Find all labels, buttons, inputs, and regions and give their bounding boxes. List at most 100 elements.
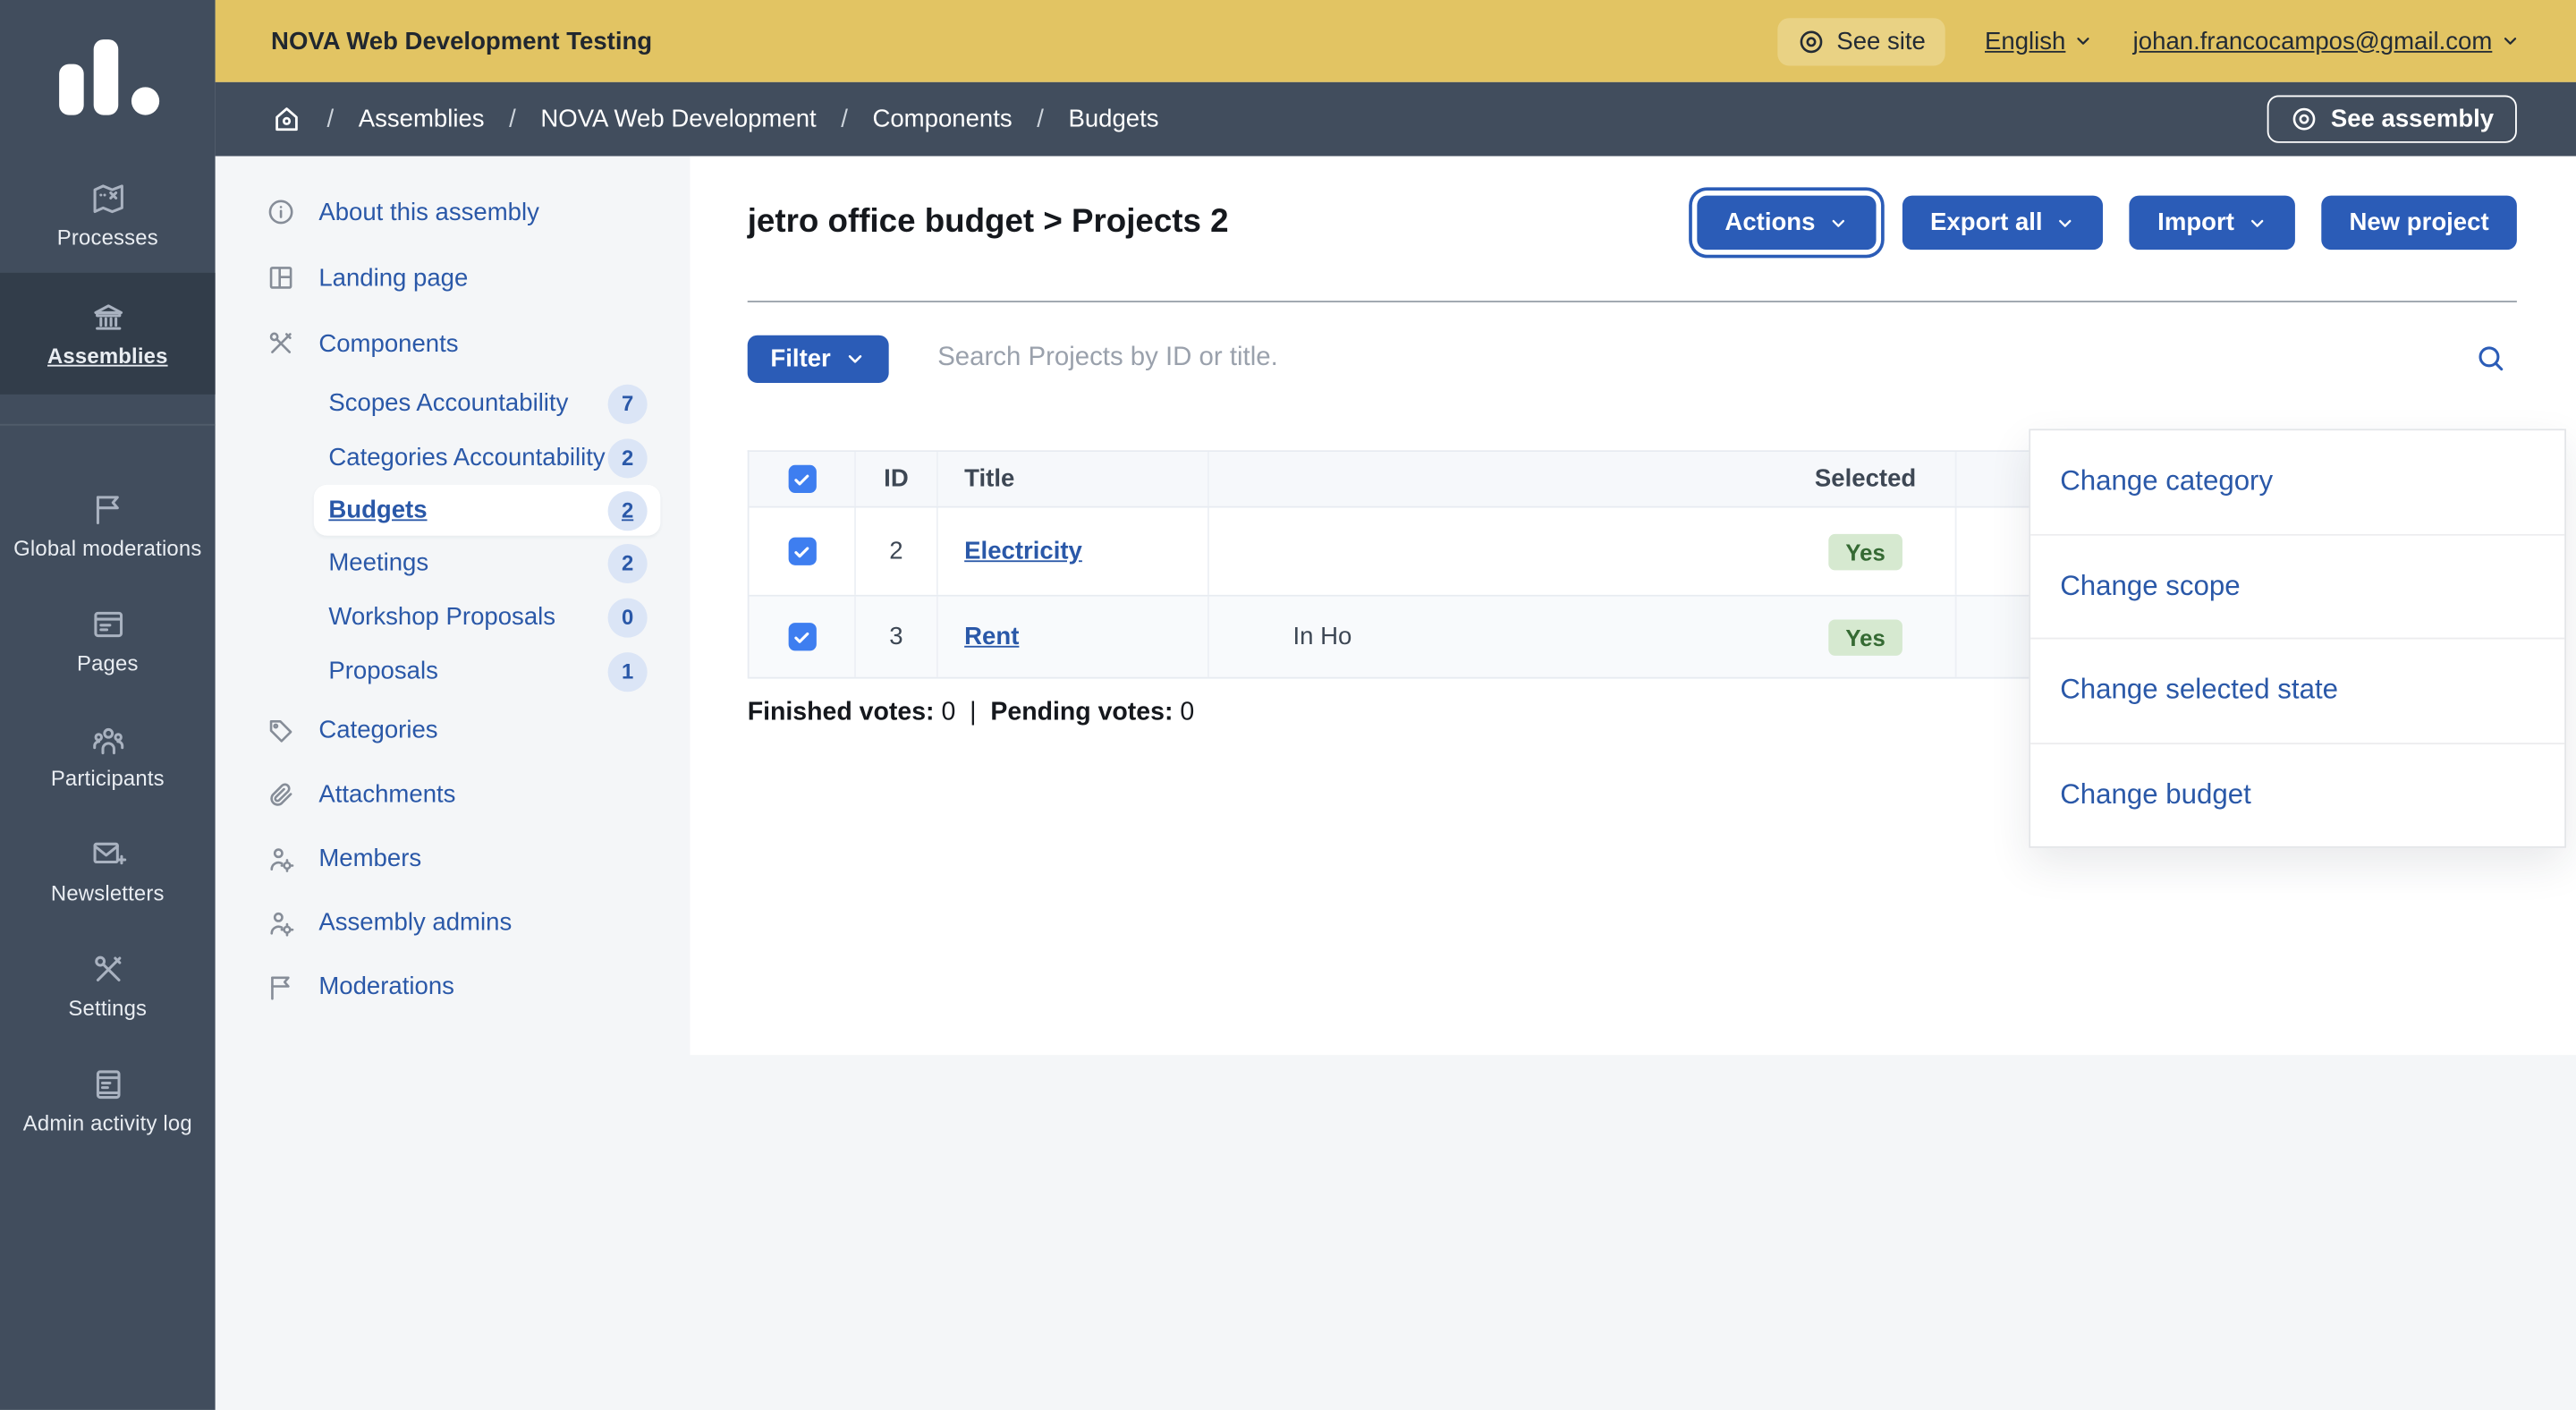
chevron-down-icon — [2055, 213, 2075, 233]
chevron-down-icon — [1828, 213, 1848, 233]
filter-button[interactable]: Filter — [748, 335, 888, 382]
votes-summary: Finished votes: 0 | Pending votes: 0 — [748, 699, 1195, 728]
sidebar-item-assemblies[interactable]: Assemblies — [0, 273, 216, 395]
project-title-link[interactable]: Electricity — [964, 538, 1082, 565]
sidebar-item-label: Assemblies — [47, 345, 168, 368]
submenu-item-assembly-admins[interactable]: Assembly admins — [216, 891, 691, 956]
user-menu[interactable]: johan.francocampos@gmail.com — [2133, 27, 2521, 55]
eye-target-icon — [1797, 27, 1825, 55]
header-id: ID — [856, 452, 938, 506]
submenu-item-landing-page[interactable]: Landing page — [216, 245, 691, 310]
admin-app: Processes Assemblies Global moderations … — [0, 0, 2576, 1410]
logo-bars-icon — [55, 36, 161, 122]
breadcrumb-components[interactable]: Components — [872, 106, 1012, 133]
count-badge: 2 — [608, 543, 648, 582]
window-icon — [89, 607, 125, 642]
header-middle — [1209, 452, 1776, 506]
menu-item-change-selected-state[interactable]: Change selected state — [2030, 639, 2564, 743]
flag-icon — [267, 972, 296, 1001]
search-icon[interactable] — [2474, 342, 2507, 375]
project-id: 3 — [856, 597, 938, 677]
breadcrumb-assemblies[interactable]: Assemblies — [359, 106, 485, 133]
sidebar-item-label: Processes — [57, 227, 158, 250]
map-icon — [89, 181, 125, 217]
sidebar-item-admin-activity-log[interactable]: Admin activity log — [0, 1043, 216, 1159]
submenu-item-categories[interactable]: Categories — [216, 699, 691, 763]
see-assembly-button[interactable]: See assembly — [2267, 96, 2517, 143]
count-badge: 0 — [608, 598, 648, 637]
submenu-item-attachments[interactable]: Attachments — [216, 762, 691, 827]
page-title: jetro office budget > Projects 2 — [748, 204, 1229, 242]
header-title: Title — [938, 452, 1209, 506]
menu-item-change-budget[interactable]: Change budget — [2030, 743, 2564, 846]
selected-badge: Yes — [1829, 619, 1902, 655]
sidebar-item-label: Global moderations — [13, 538, 201, 560]
sidebar-item-newsletters[interactable]: Newsletters — [0, 813, 216, 929]
submenu-item-components[interactable]: Components — [216, 310, 691, 376]
breadcrumb-assembly-name[interactable]: NOVA Web Development — [540, 106, 816, 133]
tools-icon — [89, 952, 125, 988]
sidebar-item-label: Newsletters — [51, 883, 165, 905]
user-gear-icon — [267, 908, 296, 938]
count-badge: 2 — [608, 437, 648, 477]
sidebar-item-label: Settings — [68, 998, 147, 1020]
sidebar-divider — [0, 424, 216, 426]
breadcrumb: / Assemblies / NOVA Web Development / Co… — [216, 82, 2576, 157]
export-all-button[interactable]: Export all — [1902, 196, 2104, 251]
submenu-item-meetings[interactable]: Meetings 2 — [314, 536, 661, 590]
submenu-item-budgets[interactable]: Budgets 2 — [314, 485, 661, 536]
submenu-item-proposals[interactable]: Proposals 1 — [314, 644, 661, 699]
info-icon — [267, 197, 296, 226]
import-button[interactable]: Import — [2130, 196, 2295, 251]
sidebar-item-processes[interactable]: Processes — [0, 157, 216, 273]
actions-button[interactable]: Actions — [1697, 196, 1876, 251]
main-sidebar: Processes Assemblies Global moderations … — [0, 0, 216, 1410]
sidebar-item-global-moderations[interactable]: Global moderations — [0, 468, 216, 583]
chevron-down-icon — [844, 347, 866, 369]
project-title-link[interactable]: Rent — [964, 623, 1019, 650]
count-badge: 7 — [608, 384, 648, 423]
tools-icon — [267, 328, 296, 358]
decidim-logo[interactable] — [0, 0, 216, 157]
org-banner: NOVA Web Development Testing See site En… — [216, 0, 2576, 82]
sidebar-item-pages[interactable]: Pages — [0, 583, 216, 699]
bank-icon — [89, 300, 125, 336]
submenu-item-categories-accountability[interactable]: Categories Accountability 2 — [314, 430, 661, 485]
scope-fragment: In Ho — [1293, 623, 1352, 650]
chevron-down-icon — [2248, 213, 2267, 233]
flag-icon — [89, 491, 125, 527]
sidebar-item-settings[interactable]: Settings — [0, 929, 216, 1044]
count-badge: 2 — [608, 490, 648, 530]
actions-dropdown-menu: Change category Change scope Change sele… — [2029, 429, 2566, 847]
sidebar-item-participants[interactable]: Participants — [0, 699, 216, 814]
eye-target-icon — [2290, 106, 2318, 133]
language-selector[interactable]: English — [1985, 27, 2094, 55]
select-all-checkbox[interactable] — [788, 465, 816, 493]
menu-item-change-scope[interactable]: Change scope — [2030, 535, 2564, 640]
header-divider — [748, 301, 2517, 302]
sidebar-item-label: Admin activity log — [23, 1113, 192, 1135]
user-gear-icon — [267, 844, 296, 873]
window-icon — [89, 1066, 125, 1102]
breadcrumb-budgets[interactable]: Budgets — [1068, 106, 1158, 133]
see-site-button[interactable]: See site — [1777, 17, 1945, 64]
submenu-item-about[interactable]: About this assembly — [216, 179, 691, 244]
project-id: 2 — [856, 508, 938, 595]
tag-icon — [267, 716, 296, 745]
row-checkbox[interactable] — [788, 538, 816, 565]
row-checkbox[interactable] — [788, 623, 816, 650]
submenu-item-workshop-proposals[interactable]: Workshop Proposals 0 — [314, 590, 661, 644]
home-icon[interactable] — [271, 104, 302, 135]
menu-item-change-category[interactable]: Change category — [2030, 430, 2564, 535]
search-input[interactable] — [888, 342, 2474, 375]
people-icon — [89, 722, 125, 758]
sidebar-item-label: Participants — [51, 768, 165, 790]
paperclip-icon — [267, 780, 296, 810]
header-selected: Selected — [1776, 452, 1957, 506]
assembly-submenu: About this assembly Landing page Compone… — [216, 156, 691, 1055]
submenu-item-members[interactable]: Members — [216, 827, 691, 891]
chevron-down-icon — [2501, 31, 2521, 51]
new-project-button[interactable]: New project — [2321, 196, 2517, 251]
submenu-item-scopes-accountability[interactable]: Scopes Accountability 7 — [314, 377, 661, 431]
submenu-item-moderations[interactable]: Moderations — [216, 955, 691, 1019]
